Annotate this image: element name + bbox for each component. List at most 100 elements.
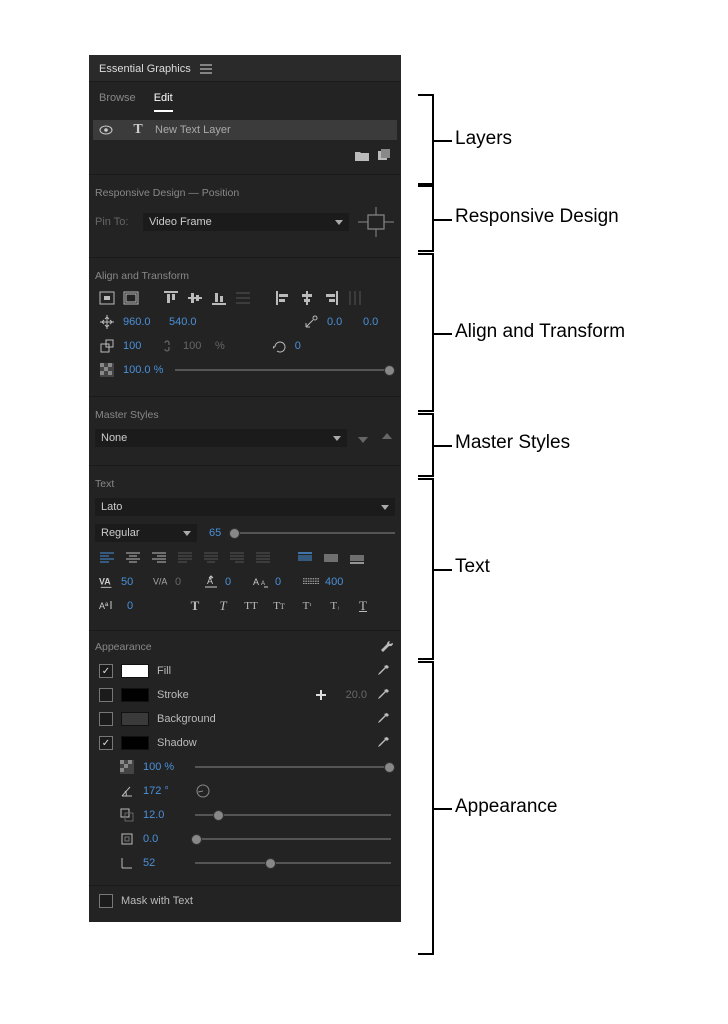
angle-icon bbox=[119, 783, 135, 799]
opacity-icon bbox=[99, 362, 115, 378]
wrench-icon[interactable] bbox=[379, 639, 395, 655]
align-center-text-icon[interactable] bbox=[125, 550, 141, 566]
valign-bottom-icon[interactable] bbox=[349, 550, 365, 566]
position-y[interactable]: 540.0 bbox=[169, 316, 207, 328]
fill-swatch[interactable] bbox=[121, 664, 149, 678]
justify-center-icon[interactable] bbox=[203, 550, 219, 566]
allcaps-icon[interactable]: TT bbox=[243, 598, 259, 614]
anchor-icon[interactable] bbox=[303, 314, 319, 330]
align-left-text-icon[interactable] bbox=[99, 550, 115, 566]
justify-left-icon[interactable] bbox=[177, 550, 193, 566]
stroke-label: Stroke bbox=[157, 689, 189, 701]
tab-browse[interactable]: Browse bbox=[99, 92, 136, 112]
layer-name[interactable]: New Text Layer bbox=[155, 124, 231, 136]
font-size-value[interactable]: 65 bbox=[209, 527, 221, 539]
opacity-value[interactable]: 100.0 % bbox=[123, 364, 167, 376]
size-icon bbox=[119, 831, 135, 847]
shadow-blur-row: 52 bbox=[89, 851, 401, 875]
mask-checkbox[interactable] bbox=[99, 894, 113, 908]
position-x[interactable]: 960.0 bbox=[123, 316, 161, 328]
background-swatch[interactable] bbox=[121, 712, 149, 726]
scale-w[interactable]: 100 bbox=[123, 340, 151, 352]
shadow-blur-value[interactable]: 52 bbox=[143, 857, 187, 869]
eyedropper-icon[interactable] bbox=[375, 735, 391, 751]
align-right-text-icon[interactable] bbox=[151, 550, 167, 566]
align-icons-row bbox=[89, 286, 401, 310]
position-icon[interactable] bbox=[99, 314, 115, 330]
eyedropper-icon[interactable] bbox=[375, 663, 391, 679]
stroke-checkbox[interactable] bbox=[99, 688, 113, 702]
shadow-size-value[interactable]: 0.0 bbox=[143, 833, 187, 845]
shadow-size-slider[interactable] bbox=[195, 838, 391, 840]
align-top-icon[interactable] bbox=[163, 290, 179, 306]
faux-italic-icon[interactable]: T bbox=[215, 598, 231, 614]
add-stroke-icon[interactable] bbox=[313, 687, 329, 703]
tsume-value[interactable]: 0 bbox=[275, 576, 297, 588]
subscript-icon[interactable]: T₁ bbox=[327, 598, 343, 614]
pin-to-select[interactable]: Video Frame bbox=[143, 213, 349, 231]
smallcaps-icon[interactable]: TT bbox=[271, 598, 287, 614]
valign-top-icon[interactable] bbox=[297, 550, 313, 566]
eyedropper-icon[interactable] bbox=[375, 687, 391, 703]
pin-to-row: Pin To: Video Frame bbox=[89, 203, 401, 241]
rotation-icon[interactable] bbox=[271, 338, 287, 354]
align-bottom-icon[interactable] bbox=[211, 290, 227, 306]
linewidth-value[interactable]: 400 bbox=[325, 576, 343, 588]
angle-dial-icon[interactable] bbox=[195, 783, 211, 799]
link-scale-icon[interactable] bbox=[159, 338, 175, 354]
tracking-value[interactable]: 50 bbox=[121, 576, 147, 588]
align-to-frame-icon[interactable] bbox=[123, 290, 139, 306]
justify-right-icon[interactable] bbox=[229, 550, 245, 566]
distribute-v-icon[interactable] bbox=[235, 290, 251, 306]
distribute-h-icon[interactable] bbox=[347, 290, 363, 306]
fill-checkbox[interactable] bbox=[99, 664, 113, 678]
anchor-y[interactable]: 0.0 bbox=[363, 316, 391, 328]
pin-widget[interactable] bbox=[357, 207, 395, 237]
push-up-icon[interactable] bbox=[379, 430, 395, 446]
rotation-value[interactable]: 0 bbox=[295, 340, 301, 352]
anchor-x[interactable]: 0.0 bbox=[327, 316, 355, 328]
valign-middle-icon[interactable] bbox=[323, 550, 339, 566]
justify-all-icon[interactable] bbox=[255, 550, 271, 566]
visibility-icon[interactable] bbox=[99, 123, 113, 137]
align-to-selection-icon[interactable] bbox=[99, 290, 115, 306]
shadow-distance-value[interactable]: 12.0 bbox=[143, 809, 187, 821]
stroke-width[interactable]: 20.0 bbox=[337, 689, 367, 701]
bracket-text bbox=[418, 478, 434, 660]
kerning-value[interactable]: 0 bbox=[175, 576, 197, 588]
master-style-select[interactable]: None bbox=[95, 429, 347, 447]
background-checkbox[interactable] bbox=[99, 712, 113, 726]
shadow-opacity-value[interactable]: 100 % bbox=[143, 761, 187, 773]
scale-icon[interactable] bbox=[99, 338, 115, 354]
panel-menu-icon[interactable] bbox=[199, 62, 213, 76]
callout-master: Master Styles bbox=[455, 432, 570, 454]
stroke-swatch[interactable] bbox=[121, 688, 149, 702]
bracket-appearance bbox=[418, 661, 434, 955]
font-size-slider[interactable] bbox=[233, 532, 395, 534]
shadow-blur-slider[interactable] bbox=[195, 862, 391, 864]
baseline-value[interactable]: 0 bbox=[127, 600, 147, 612]
shadow-swatch[interactable] bbox=[121, 736, 149, 750]
layer-row[interactable]: T New Text Layer bbox=[93, 120, 397, 140]
shadow-angle-value[interactable]: 172 ° bbox=[143, 785, 187, 797]
shadow-distance-slider[interactable] bbox=[195, 814, 391, 816]
opacity-slider[interactable] bbox=[175, 369, 391, 371]
superscript-icon[interactable]: T¹ bbox=[299, 598, 315, 614]
new-folder-icon[interactable] bbox=[355, 148, 369, 162]
leading-value[interactable]: 0 bbox=[225, 576, 247, 588]
eyedropper-icon[interactable] bbox=[375, 711, 391, 727]
chevron-down-icon bbox=[335, 220, 343, 225]
font-weight-select[interactable]: Regular bbox=[95, 524, 197, 542]
shadow-checkbox[interactable] bbox=[99, 736, 113, 750]
align-hcenter-icon[interactable] bbox=[299, 290, 315, 306]
font-select[interactable]: Lato bbox=[95, 498, 395, 516]
push-down-icon[interactable] bbox=[355, 430, 371, 446]
underline-icon[interactable]: T bbox=[355, 598, 371, 614]
new-layer-icon[interactable] bbox=[377, 148, 391, 162]
faux-bold-icon[interactable]: T bbox=[187, 598, 203, 614]
align-right-icon[interactable] bbox=[323, 290, 339, 306]
align-left-icon[interactable] bbox=[275, 290, 291, 306]
tab-edit[interactable]: Edit bbox=[154, 92, 173, 112]
shadow-opacity-slider[interactable] bbox=[195, 766, 391, 768]
align-vcenter-icon[interactable] bbox=[187, 290, 203, 306]
